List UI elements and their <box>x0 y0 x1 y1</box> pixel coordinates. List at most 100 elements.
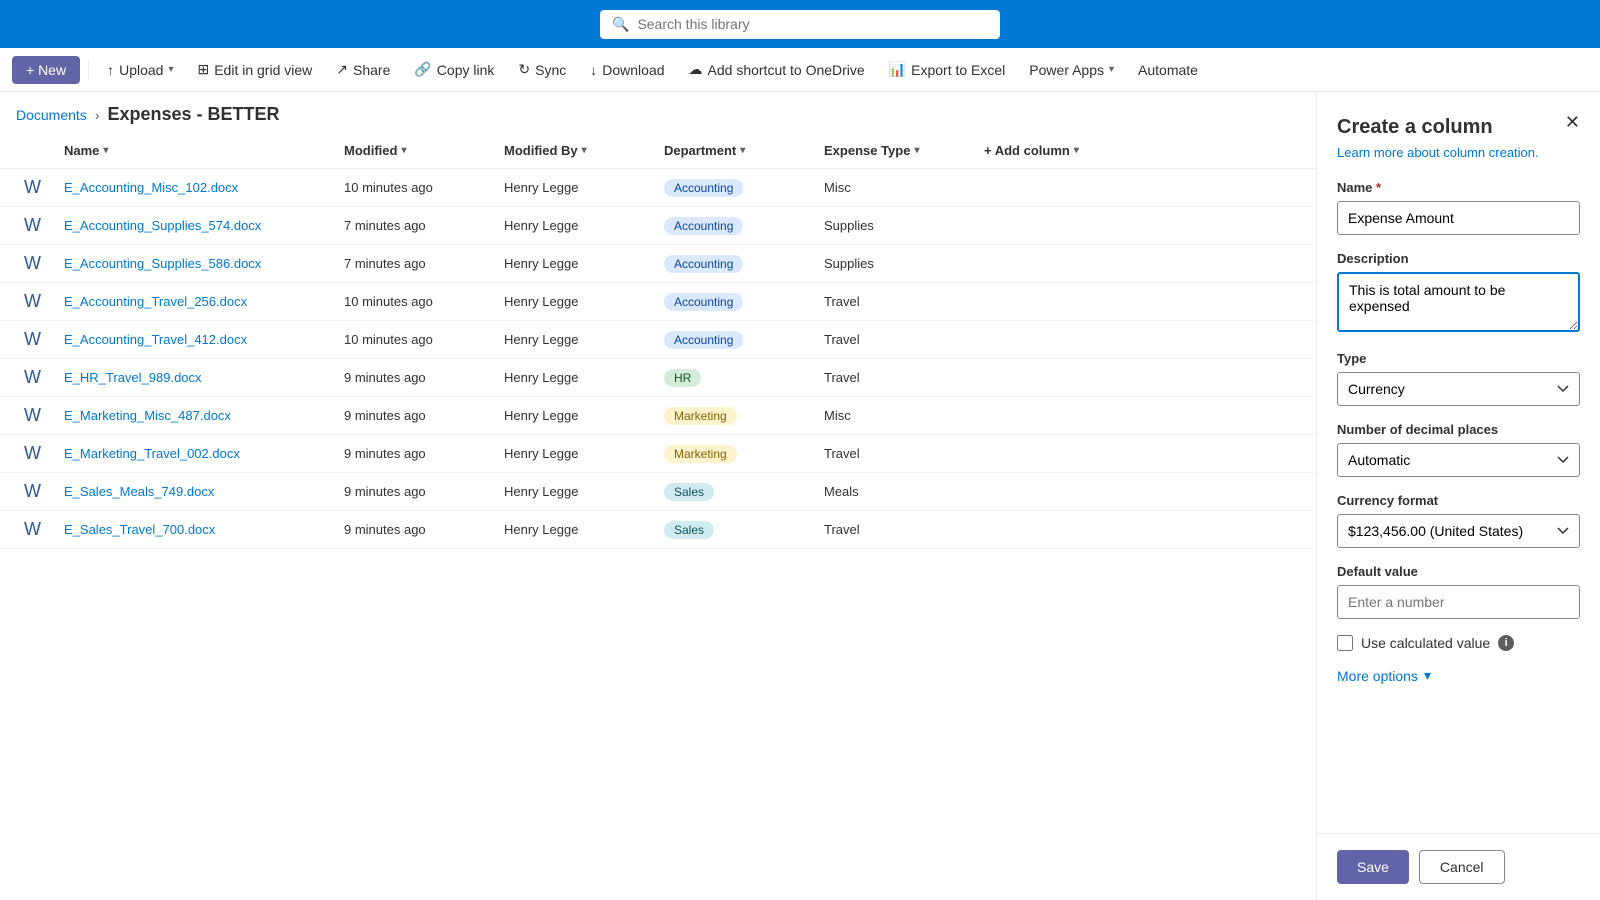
file-extra <box>976 332 1096 348</box>
file-name[interactable]: E_Sales_Meals_749.docx <box>56 476 336 507</box>
file-modified-by: Henry Legge <box>496 400 656 431</box>
edit-grid-button[interactable]: ⊞ Edit in grid view <box>187 55 322 84</box>
file-expense-type: Meals <box>816 476 976 507</box>
calculated-value-row: Use calculated value i <box>1337 635 1580 651</box>
file-name[interactable]: E_Accounting_Travel_256.docx <box>56 286 336 317</box>
automate-button[interactable]: Automate <box>1128 56 1208 84</box>
copy-link-button[interactable]: 🔗 Copy link <box>404 55 504 84</box>
new-button[interactable]: + New <box>12 56 80 84</box>
file-department: Sales <box>656 475 816 509</box>
file-extra <box>976 446 1096 462</box>
add-shortcut-button[interactable]: ☁ Add shortcut to OneDrive <box>679 55 875 84</box>
file-name[interactable]: E_Marketing_Misc_487.docx <box>56 400 336 431</box>
file-modified-by: Henry Legge <box>496 438 656 469</box>
word-icon: W <box>24 215 41 235</box>
word-icon: W <box>24 177 41 197</box>
info-icon[interactable]: i <box>1498 635 1514 651</box>
file-expense-type: Misc <box>816 172 976 203</box>
file-department: Accounting <box>656 209 816 243</box>
file-list: Documents › Expenses - BETTER Name ▾ Mod… <box>0 92 1316 900</box>
cancel-button[interactable]: Cancel <box>1419 850 1505 884</box>
breadcrumb-current: Expenses - BETTER <box>107 104 279 125</box>
col-name[interactable]: Name ▾ <box>56 133 336 168</box>
table-row: W E_Accounting_Travel_256.docx 10 minute… <box>0 283 1316 321</box>
type-select-wrapper: CurrencySingle line of textMultiple line… <box>1337 372 1580 406</box>
panel-subtitle[interactable]: Learn more about column creation. <box>1337 145 1580 160</box>
file-name[interactable]: E_Accounting_Supplies_586.docx <box>56 248 336 279</box>
type-select[interactable]: CurrencySingle line of textMultiple line… <box>1337 372 1580 406</box>
create-column-panel: ✕ Create a column Learn more about colum… <box>1316 92 1600 900</box>
file-expense-type: Travel <box>816 514 976 545</box>
file-name[interactable]: E_Accounting_Supplies_574.docx <box>56 210 336 241</box>
col-modified-by[interactable]: Modified By ▾ <box>496 133 656 168</box>
share-icon: ↗ <box>336 61 348 78</box>
upload-button[interactable]: ↑ Upload ▾ <box>97 56 183 84</box>
file-modified: 9 minutes ago <box>336 476 496 507</box>
col-department[interactable]: Department ▾ <box>656 133 816 168</box>
excel-icon: 📊 <box>889 61 906 78</box>
search-input[interactable] <box>637 16 988 32</box>
file-name[interactable]: E_Accounting_Travel_412.docx <box>56 324 336 355</box>
name-field-input[interactable] <box>1337 201 1580 235</box>
calculated-value-checkbox[interactable] <box>1337 635 1353 651</box>
currency-format-select[interactable]: $123,456.00 (United States)€123,456.00 (… <box>1337 514 1580 548</box>
file-expense-type: Supplies <box>816 248 976 279</box>
breadcrumb-root[interactable]: Documents <box>16 107 87 123</box>
save-button[interactable]: Save <box>1337 850 1409 884</box>
decimal-select[interactable]: Automatic012345 <box>1337 443 1580 477</box>
file-extra <box>976 294 1096 310</box>
file-extra <box>976 218 1096 234</box>
file-modified: 7 minutes ago <box>336 248 496 279</box>
command-bar: + New ↑ Upload ▾ ⊞ Edit in grid view ↗ S… <box>0 48 1600 92</box>
table-row: W E_HR_Travel_989.docx 9 minutes ago Hen… <box>0 359 1316 397</box>
file-name[interactable]: E_HR_Travel_989.docx <box>56 362 336 393</box>
upload-icon: ↑ <box>107 62 114 78</box>
power-apps-button[interactable]: Power Apps ▾ <box>1019 56 1124 84</box>
breadcrumb-separator: › <box>95 107 100 123</box>
power-apps-chevron: ▾ <box>1109 64 1114 75</box>
download-button[interactable]: ↓ Download <box>580 56 674 84</box>
add-column-button[interactable]: + Add column ▾ <box>976 133 1096 168</box>
word-icon: W <box>24 481 41 501</box>
file-name[interactable]: E_Accounting_Misc_102.docx <box>56 172 336 203</box>
file-department: Accounting <box>656 285 816 319</box>
calculated-value-label: Use calculated value <box>1361 635 1490 651</box>
grid-icon: ⊞ <box>197 61 209 78</box>
file-extra <box>976 256 1096 272</box>
word-icon: W <box>24 519 41 539</box>
word-icon: W <box>24 253 41 273</box>
file-icon-cell: W <box>16 321 56 358</box>
file-name[interactable]: E_Sales_Travel_700.docx <box>56 514 336 545</box>
col-expense-type[interactable]: Expense Type ▾ <box>816 133 976 168</box>
file-modified: 9 minutes ago <box>336 362 496 393</box>
search-box[interactable]: 🔍 <box>600 10 1000 39</box>
description-field-textarea[interactable]: This is total amount to be expensed <box>1337 272 1580 332</box>
file-expense-type: Travel <box>816 324 976 355</box>
file-modified: 7 minutes ago <box>336 210 496 241</box>
search-icon: 🔍 <box>612 16 629 33</box>
file-icon-cell: W <box>16 473 56 510</box>
panel-close-button[interactable]: ✕ <box>1561 108 1584 137</box>
file-modified: 9 minutes ago <box>336 400 496 431</box>
file-department: Marketing <box>656 399 816 433</box>
file-extra <box>976 522 1096 538</box>
breadcrumb: Documents › Expenses - BETTER <box>0 92 1316 133</box>
file-modified-by: Henry Legge <box>496 210 656 241</box>
export-excel-button[interactable]: 📊 Export to Excel <box>879 55 1016 84</box>
more-options-button[interactable]: More options ▾ <box>1337 667 1580 684</box>
file-icon-cell: W <box>16 283 56 320</box>
more-options-chevron: ▾ <box>1424 667 1431 684</box>
table-row: W E_Marketing_Travel_002.docx 9 minutes … <box>0 435 1316 473</box>
list-header: Name ▾ Modified ▾ Modified By ▾ Departme… <box>0 133 1316 169</box>
currency-format-label: Currency format <box>1337 493 1580 508</box>
file-name[interactable]: E_Marketing_Travel_002.docx <box>56 438 336 469</box>
col-modified[interactable]: Modified ▾ <box>336 133 496 168</box>
decimal-field-label: Number of decimal places <box>1337 422 1580 437</box>
file-expense-type: Travel <box>816 438 976 469</box>
file-expense-type: Misc <box>816 400 976 431</box>
sync-button[interactable]: ↻ Sync <box>508 55 576 84</box>
share-button[interactable]: ↗ Share <box>326 55 400 84</box>
default-value-input[interactable] <box>1337 585 1580 619</box>
word-icon: W <box>24 291 41 311</box>
file-modified-by: Henry Legge <box>496 476 656 507</box>
